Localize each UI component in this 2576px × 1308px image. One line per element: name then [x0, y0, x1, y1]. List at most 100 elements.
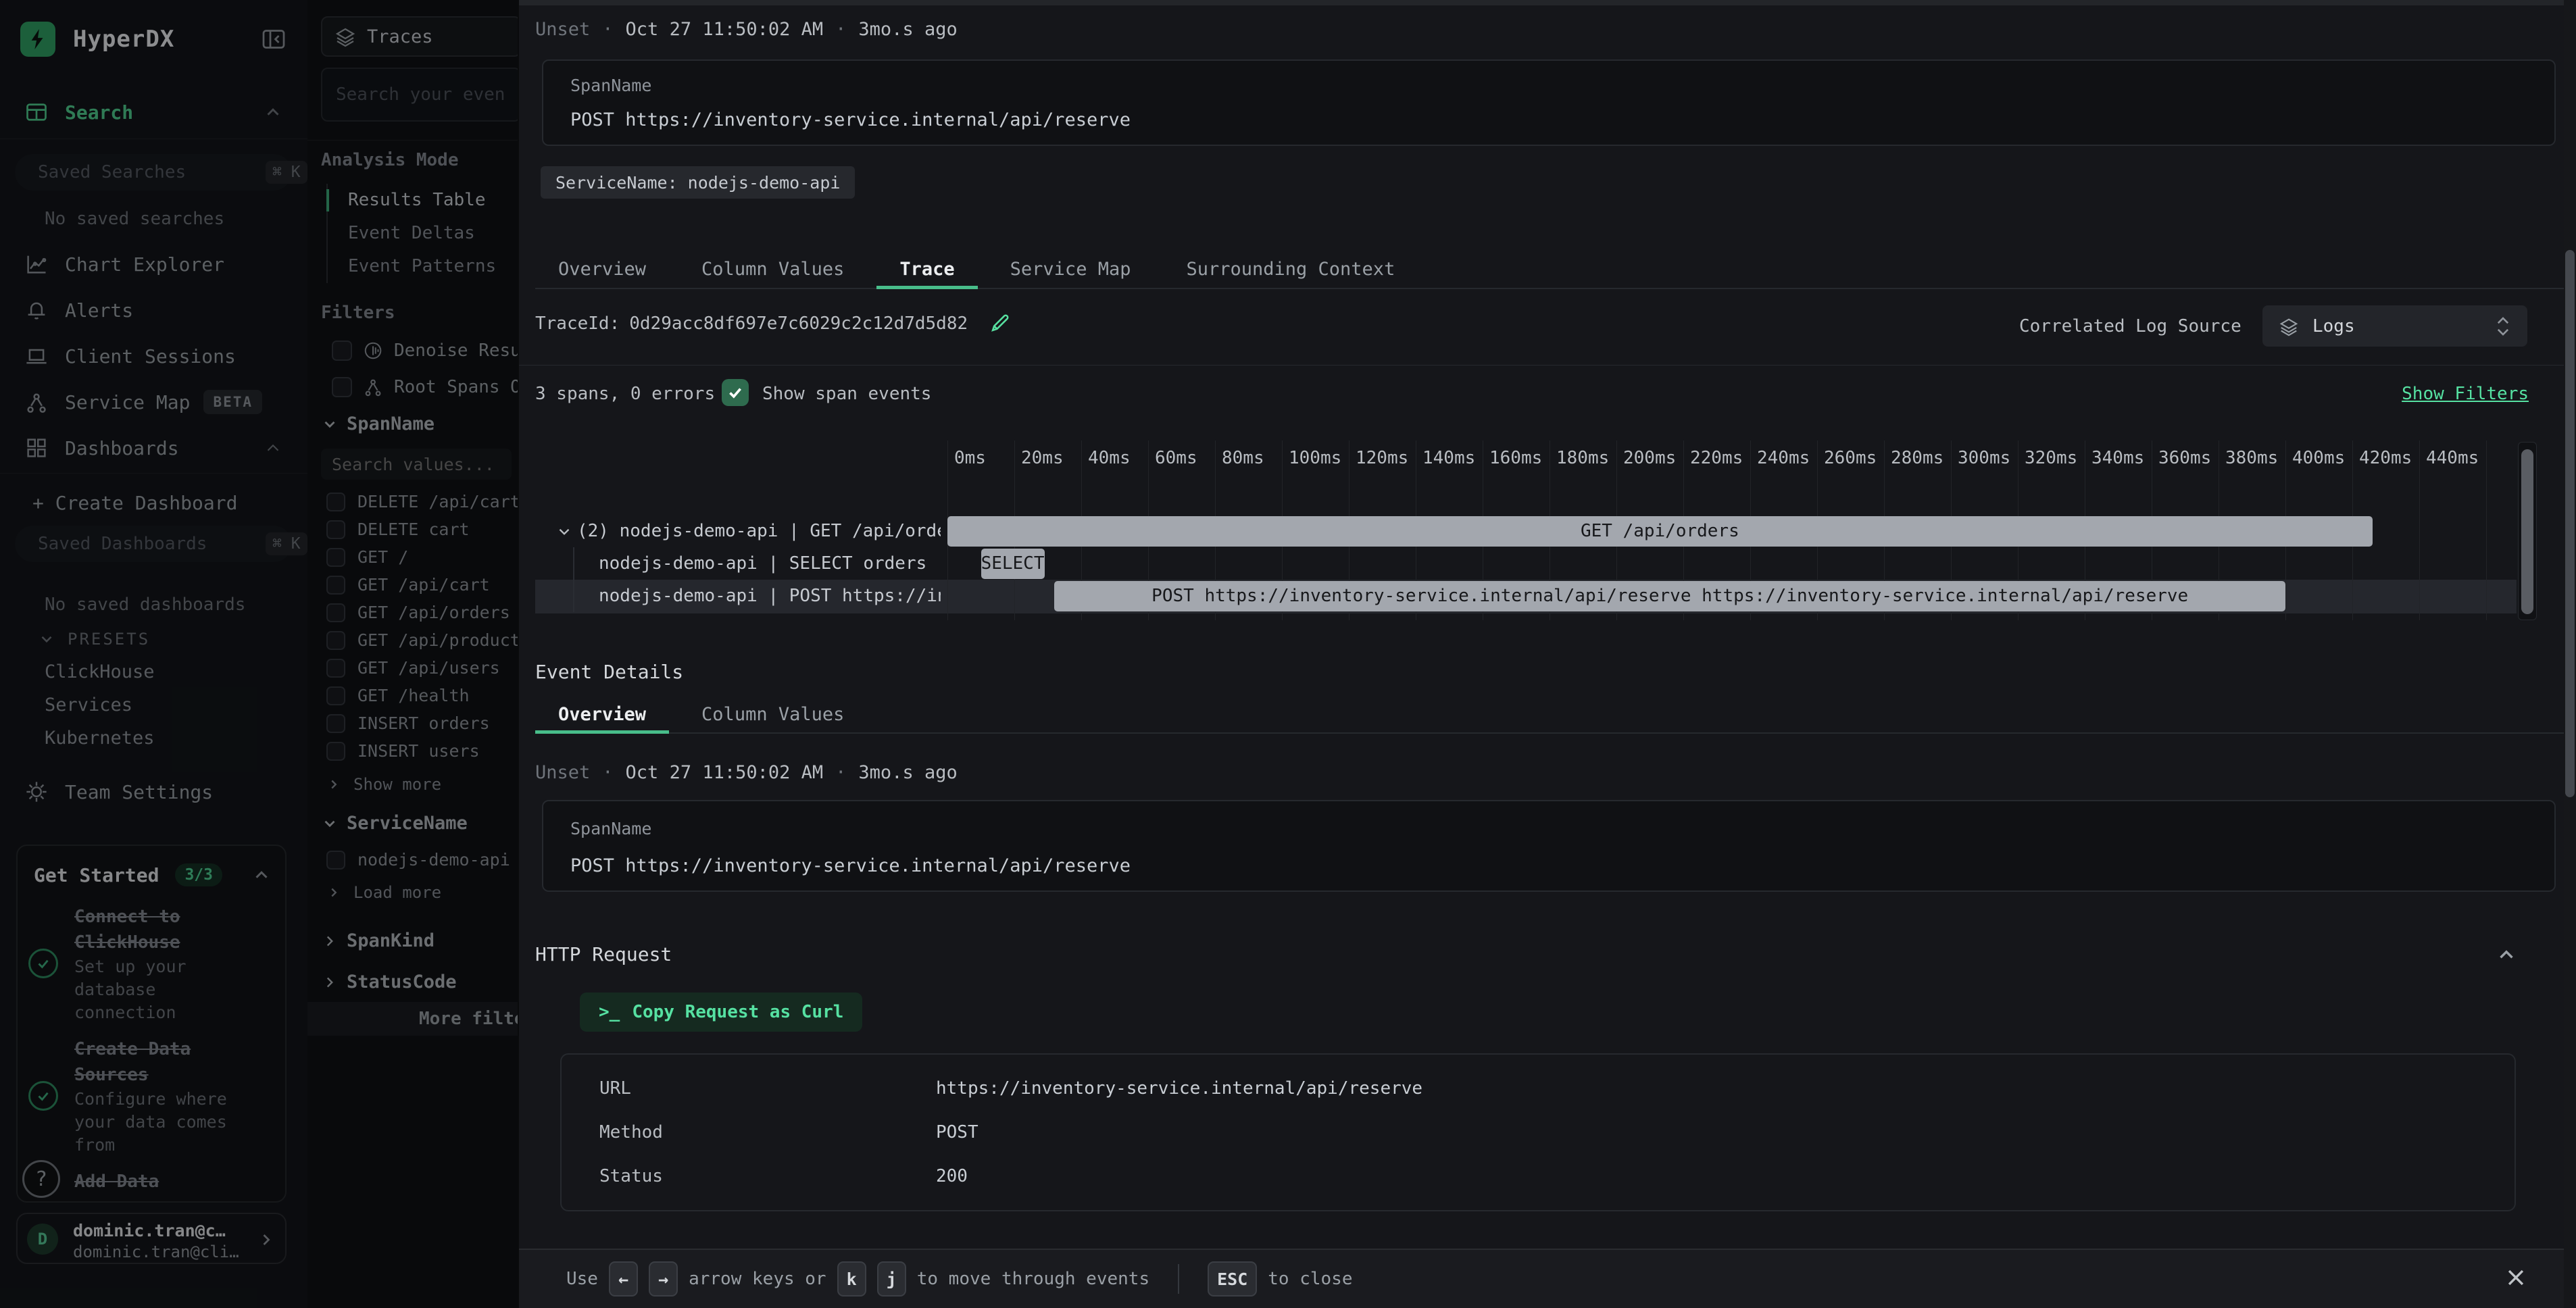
saved-dashboards-input[interactable]: ⌘ K: [15, 526, 292, 562]
sidebar-item-dashboards[interactable]: Dashboards: [0, 425, 307, 471]
analysis-mode-event-patterns[interactable]: Event Patterns: [328, 250, 516, 283]
presets-header[interactable]: PRESETS: [0, 627, 307, 651]
collapse-sidebar-icon[interactable]: [260, 26, 287, 53]
event-search-input[interactable]: [321, 68, 518, 122]
tab-service-map[interactable]: Service Map: [987, 250, 1154, 288]
expand-chevron-icon[interactable]: [555, 516, 573, 547]
spanname-value-row[interactable]: GET /api/cart: [307, 571, 518, 599]
collapse-section-icon[interactable]: [2495, 943, 2518, 966]
preset-services[interactable]: Services: [0, 688, 307, 722]
root-spans-icon: [363, 377, 383, 397]
chevron-up-icon[interactable]: [263, 438, 283, 458]
step-description: connection: [74, 1001, 277, 1024]
spanname-value-row[interactable]: GET /api/orders: [307, 599, 518, 626]
shortcut-badge: ⌘ K: [266, 161, 307, 184]
checkbox[interactable]: [332, 377, 352, 397]
show-span-events-checkbox[interactable]: [722, 379, 749, 406]
spanname-value-row[interactable]: INSERT users: [307, 737, 518, 765]
span-row-label[interactable]: nodejs-demo-api | SELECT orders: [599, 549, 941, 579]
chart-scrollbar[interactable]: [2518, 442, 2537, 620]
sidebar-item-team-settings[interactable]: Team Settings: [0, 773, 307, 811]
checkbox[interactable]: [326, 493, 345, 511]
tab-column-values[interactable]: Column Values: [678, 250, 867, 288]
spanname-value-row[interactable]: GET /: [307, 543, 518, 571]
more-filters-button[interactable]: More filters: [307, 1002, 518, 1036]
sidebar: HyperDX Search ⌘ K No saved searches Cha…: [0, 0, 307, 1308]
source-select[interactable]: Traces: [321, 16, 518, 57]
spanname-value-row[interactable]: GET /api/users: [307, 654, 518, 682]
event-details-tab-column-values[interactable]: Column Values: [678, 696, 867, 732]
checkbox[interactable]: [326, 520, 345, 539]
terminal-icon: >_: [599, 1002, 620, 1022]
span-duration-bar[interactable]: SELECT: [981, 549, 1045, 579]
span-count-summary: 3 spans, 0 errors: [535, 384, 715, 404]
tab-overview[interactable]: Overview: [535, 250, 669, 288]
sidebar-item-client-sessions[interactable]: Client Sessions: [0, 333, 307, 379]
copy-request-as-curl-button[interactable]: >_ Copy Request as Curl: [580, 992, 862, 1032]
analysis-mode-event-deltas[interactable]: Event Deltas: [328, 217, 516, 250]
checkbox[interactable]: [326, 851, 345, 870]
preset-clickhouse[interactable]: ClickHouse: [0, 655, 307, 688]
step-title: Connect to: [74, 904, 277, 930]
sidebar-item-service-map[interactable]: Service MapBETA: [0, 379, 307, 425]
spanname-value-row[interactable]: GET /api/products: [307, 626, 518, 654]
span-duration-bar[interactable]: POST https://inventory-service.internal/…: [1054, 581, 2285, 611]
page-scrollbar-thumb[interactable]: [2565, 250, 2575, 797]
filter-toggle-denoise-results[interactable]: Denoise Results: [307, 332, 518, 369]
key-badge-arrow: ←: [609, 1261, 638, 1297]
time-tick-label: 280ms: [1891, 449, 1943, 468]
user-menu[interactable]: D dominic.tran@c… dominic.tran@cli…: [16, 1213, 287, 1264]
tab-trace[interactable]: Trace: [876, 250, 977, 288]
spanname-value-row[interactable]: INSERT orders: [307, 709, 518, 737]
sidebar-item-search[interactable]: Search: [0, 93, 307, 131]
filter-group-statuscode[interactable]: StatusCode: [307, 961, 518, 1003]
show-more-button[interactable]: Show more: [307, 770, 441, 798]
checkbox[interactable]: [326, 742, 345, 761]
get-started-step[interactable]: Add Data: [74, 1169, 277, 1194]
checkbox[interactable]: [326, 686, 345, 705]
select-caret-icon: [2495, 314, 2511, 338]
span-row-label[interactable]: nodejs-demo-api | POST https://invento: [599, 581, 941, 611]
preset-kubernetes[interactable]: Kubernetes: [0, 722, 307, 755]
filter-group-spankind[interactable]: SpanKind: [307, 920, 518, 961]
checkbox[interactable]: [332, 341, 352, 361]
correlated-log-source-select[interactable]: Logs: [2262, 305, 2527, 347]
page-scrollbar[interactable]: [2564, 0, 2576, 1308]
checkbox[interactable]: [326, 576, 345, 595]
spanname-value-row[interactable]: DELETE cart: [307, 515, 518, 543]
chevron-up-icon[interactable]: [251, 865, 272, 885]
saved-searches-input[interactable]: ⌘ K: [15, 154, 292, 191]
span-duration-bar[interactable]: GET /api/orders: [947, 516, 2373, 547]
checkbox[interactable]: [326, 714, 345, 733]
edit-pencil-icon[interactable]: [988, 312, 1011, 335]
show-filters-link[interactable]: Show Filters: [2402, 384, 2529, 404]
http-request-row: MethodPOST: [599, 1122, 2515, 1142]
servicename-value-row[interactable]: nodejs-demo-api: [307, 846, 518, 874]
get-started-step[interactable]: Connect toClickHouseSet up yourdatabasec…: [74, 904, 277, 1024]
event-details-tab-overview[interactable]: Overview: [535, 696, 669, 732]
checkbox[interactable]: [326, 631, 345, 650]
get-started-step[interactable]: Create DataSourcesConfigure whereyour da…: [74, 1036, 277, 1157]
create-dashboard-button[interactable]: + Create Dashboard: [0, 485, 307, 520]
spanname-card: SpanName POST https://inventory-service.…: [542, 59, 2556, 146]
checkbox[interactable]: [326, 659, 345, 678]
filter-group-servicename[interactable]: ServiceName: [321, 813, 468, 834]
close-button[interactable]: [2499, 1261, 2533, 1294]
filter-toggle-root-spans-only[interactable]: Root Spans Only: [307, 369, 518, 405]
spanname-values-search-input[interactable]: [321, 449, 512, 480]
checkbox[interactable]: [326, 603, 345, 622]
sidebar-item-alerts[interactable]: Alerts: [0, 287, 307, 333]
filter-group-spanname[interactable]: SpanName: [321, 413, 435, 434]
tab-surrounding-context[interactable]: Surrounding Context: [1163, 250, 1418, 288]
span-row-label[interactable]: (2) nodejs-demo-api | GET /api/orders: [577, 516, 941, 547]
chart-scrollbar-thumb[interactable]: [2521, 449, 2533, 614]
analysis-mode-results-table[interactable]: Results Table: [328, 184, 516, 217]
chevron-up-icon[interactable]: [263, 102, 283, 122]
load-more-button[interactable]: Load more: [307, 878, 441, 906]
spanname-value-row[interactable]: GET /health: [307, 682, 518, 709]
help-button[interactable]: ?: [22, 1160, 60, 1198]
servicename-chip[interactable]: ServiceName: nodejs-demo-api: [541, 166, 855, 199]
sidebar-item-chart-explorer[interactable]: Chart Explorer: [0, 241, 307, 287]
spanname-value-row[interactable]: DELETE /api/cart: [307, 488, 518, 515]
checkbox[interactable]: [326, 548, 345, 567]
